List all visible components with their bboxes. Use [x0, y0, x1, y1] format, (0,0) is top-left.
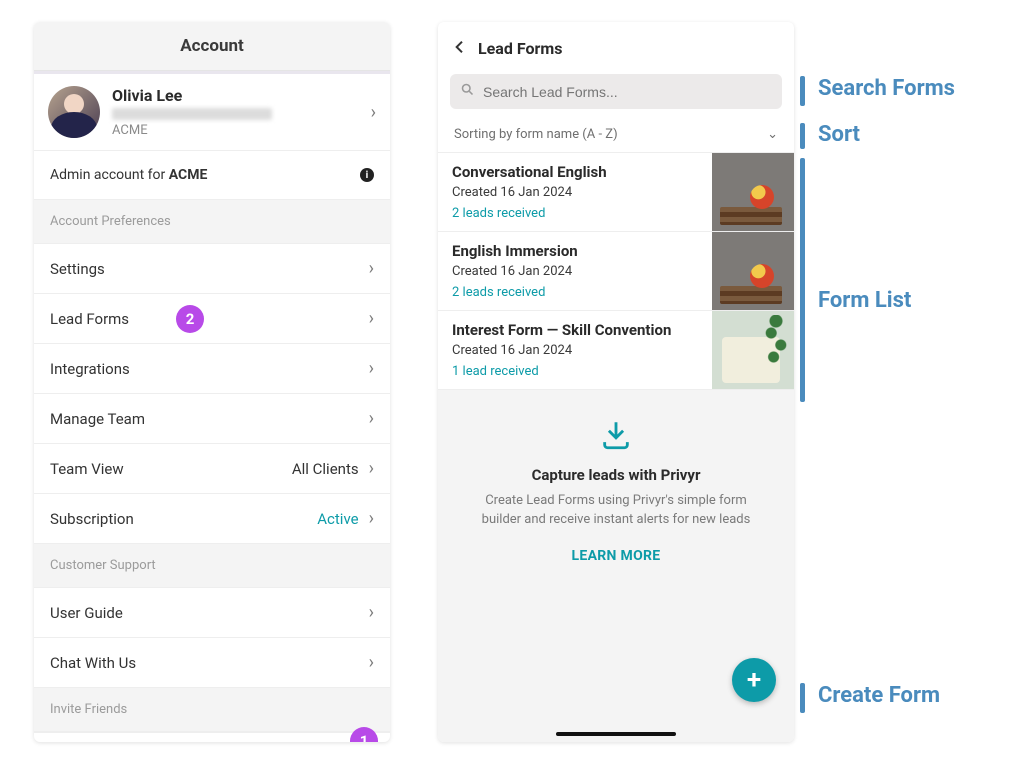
- avatar: [48, 86, 100, 138]
- search-input[interactable]: [483, 84, 772, 100]
- team-view-value: All Clients: [292, 460, 359, 478]
- form-thumbnail: [712, 232, 794, 310]
- calendar-icon: [273, 741, 293, 742]
- page-title: Lead Forms: [478, 39, 562, 58]
- form-thumbnail: [712, 311, 794, 389]
- tab-content[interactable]: Content: [111, 741, 171, 742]
- form-list-item[interactable]: English Immersion Created 16 Jan 2024 2 …: [438, 232, 794, 311]
- home-indicator: [556, 732, 676, 736]
- row-manage-team[interactable]: Manage Team ›: [34, 394, 390, 444]
- row-chat-with-us[interactable]: Chat With Us ›: [34, 638, 390, 688]
- chevron-right-icon: ›: [369, 358, 374, 379]
- chevron-right-icon: ›: [369, 458, 374, 479]
- create-form-button[interactable]: +: [732, 658, 776, 702]
- form-list-item[interactable]: Conversational English Created 16 Jan 20…: [438, 153, 794, 232]
- form-created-date: Created 16 Jan 2024: [452, 264, 698, 279]
- form-created-date: Created 16 Jan 2024: [452, 185, 698, 200]
- sort-dropdown[interactable]: Sorting by form name (A - Z) ⌄: [438, 117, 794, 153]
- chevron-right-icon: ›: [371, 102, 376, 123]
- row-settings[interactable]: Settings ›: [34, 244, 390, 294]
- annotation-create-form: Create Form: [818, 683, 940, 708]
- tab-activities[interactable]: Activities: [182, 741, 242, 742]
- annotation-sort: Sort: [818, 122, 860, 147]
- promo-panel: Capture leads with Privyr Create Lead Fo…: [438, 390, 794, 742]
- form-leads-count: 2 leads received: [452, 206, 698, 221]
- form-leads-count: 2 leads received: [452, 285, 698, 300]
- chevron-right-icon: ›: [369, 508, 374, 529]
- row-integrations[interactable]: Integrations ›: [34, 344, 390, 394]
- section-customer-support: Customer Support: [34, 544, 390, 588]
- account-screen: Account Olivia Lee ACME › Admin account …: [34, 22, 390, 742]
- page-title: Account: [34, 22, 390, 71]
- search-icon: [460, 82, 475, 101]
- content-icon: [131, 741, 151, 742]
- form-leads-count: 1 lead received: [452, 364, 698, 379]
- profile-name: Olivia Lee: [112, 86, 371, 105]
- tab-clients[interactable]: Clients: [40, 741, 100, 742]
- search-lead-forms[interactable]: [450, 74, 782, 109]
- bottom-tab-bar: Clients Content Activities Follow Ups Ac…: [34, 732, 390, 742]
- chevron-right-icon: ›: [369, 602, 374, 623]
- chevron-down-icon: ⌄: [767, 127, 778, 142]
- annotation-bar: [800, 158, 805, 402]
- annotation-search-forms: Search Forms: [818, 76, 955, 101]
- form-name: English Immersion: [452, 242, 698, 260]
- activities-icon: [202, 741, 222, 742]
- row-lead-forms[interactable]: Lead Forms 2 ›: [34, 294, 390, 344]
- info-icon[interactable]: i: [360, 168, 374, 182]
- form-created-date: Created 16 Jan 2024: [452, 343, 698, 358]
- admin-account-row: Admin account for ACME i: [34, 151, 390, 200]
- form-name: Interest Form — Skill Convention: [452, 321, 698, 339]
- annotation-bar: [800, 683, 805, 713]
- chevron-right-icon: ›: [369, 308, 374, 329]
- form-thumbnail: [712, 153, 794, 231]
- annotation-form-list: Form List: [818, 288, 911, 313]
- annotation-bar: [800, 76, 805, 106]
- chevron-right-icon: ›: [369, 652, 374, 673]
- badge-lead-forms: 2: [176, 305, 204, 333]
- section-invite-friends: Invite Friends: [34, 688, 390, 732]
- lead-forms-screen: Lead Forms Sorting by form name (A - Z) …: [438, 22, 794, 742]
- form-name: Conversational English: [452, 163, 698, 181]
- profile-email-redacted: [112, 108, 272, 120]
- annotation-bar: [800, 123, 805, 149]
- profile-company: ACME: [112, 123, 371, 138]
- row-user-guide[interactable]: User Guide ›: [34, 588, 390, 638]
- back-button[interactable]: [452, 36, 468, 60]
- promo-title: Capture leads with Privyr: [532, 466, 701, 484]
- row-subscription[interactable]: Subscription Active ›: [34, 494, 390, 544]
- section-account-preferences: Account Preferences: [34, 200, 390, 244]
- clients-icon: [60, 741, 80, 742]
- download-icon: [599, 418, 633, 456]
- profile-row[interactable]: Olivia Lee ACME ›: [34, 71, 390, 151]
- subscription-status: Active: [317, 510, 358, 528]
- learn-more-link[interactable]: LEARN MORE: [572, 548, 661, 564]
- promo-description: Create Lead Forms using Privyr's simple …: [464, 492, 768, 530]
- chevron-right-icon: ›: [369, 258, 374, 279]
- form-list-item[interactable]: Interest Form — Skill Convention Created…: [438, 311, 794, 390]
- chevron-right-icon: ›: [369, 408, 374, 429]
- tab-followups[interactable]: Follow Ups: [253, 741, 313, 742]
- row-team-view[interactable]: Team View All Clients ›: [34, 444, 390, 494]
